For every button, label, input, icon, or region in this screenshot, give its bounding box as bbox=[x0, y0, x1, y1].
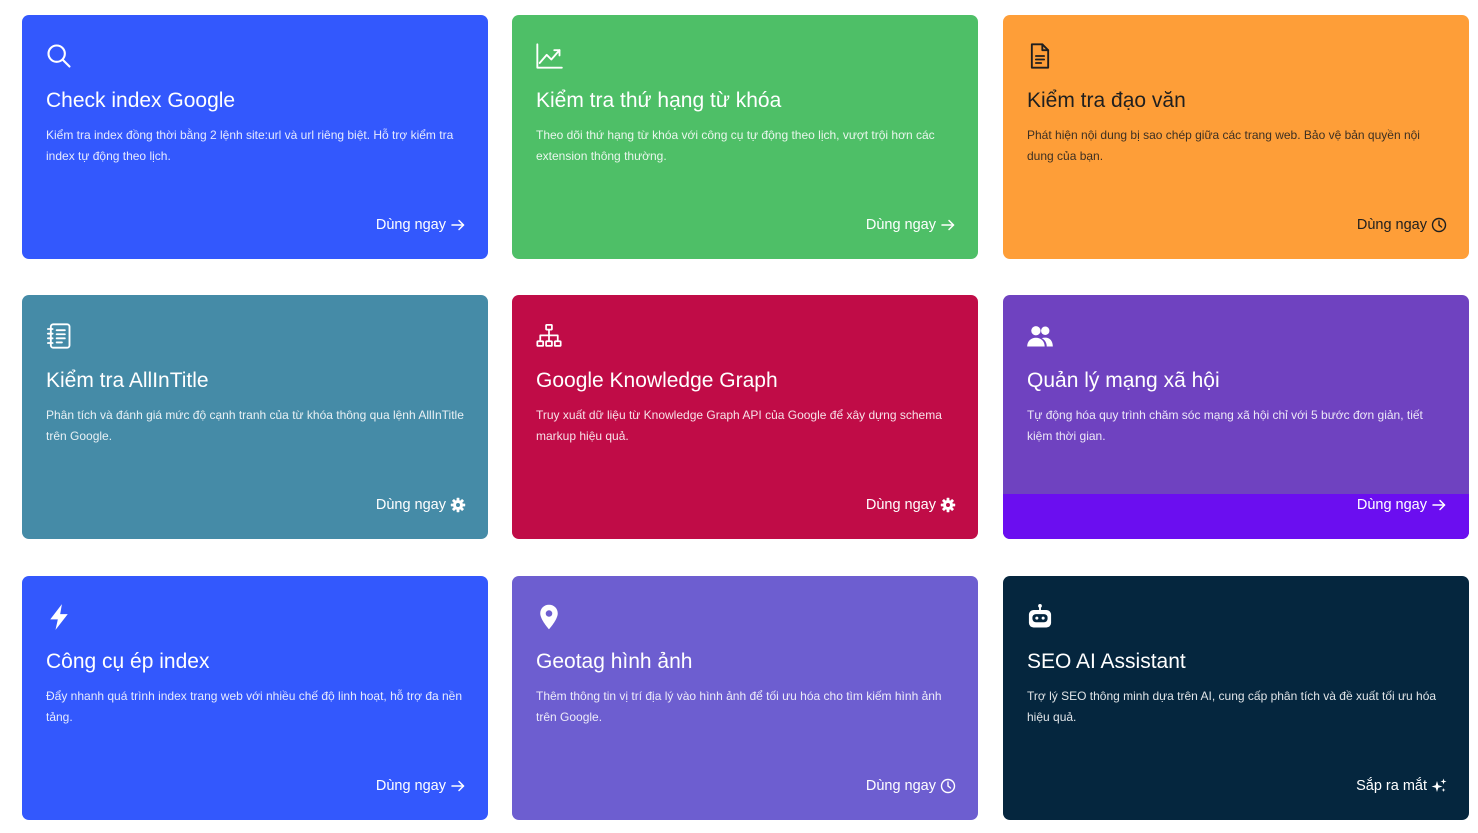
tool-card-social-media[interactable]: Quản lý mạng xã hội Tự động hóa quy trìn… bbox=[1003, 295, 1469, 539]
tool-description: Kiểm tra index đồng thời bằng 2 lệnh sit… bbox=[46, 128, 454, 163]
tool-description: Truy xuất dữ liệu từ Knowledge Graph API… bbox=[536, 408, 942, 443]
cta-label: Dùng ngay bbox=[865, 217, 936, 233]
tool-card-plagiarism[interactable]: Kiểm tra đạo văn Phát hiện nội dung bị s… bbox=[1003, 15, 1469, 259]
tool-title: Quản lý mạng xã hội bbox=[1027, 369, 1220, 392]
cta-label: Dùng ngay bbox=[375, 217, 446, 233]
cta-label: Sắp ra mắt bbox=[1356, 778, 1427, 794]
use-now-link[interactable]: Dùng ngay bbox=[866, 495, 956, 515]
arrow-right-icon bbox=[940, 217, 956, 233]
use-now-link[interactable]: Dùng ngay bbox=[866, 215, 956, 235]
arrow-right-icon bbox=[1431, 497, 1447, 513]
tool-title: Kiểm tra đạo văn bbox=[1027, 89, 1186, 112]
use-now-link[interactable]: Dùng ngay bbox=[376, 215, 466, 235]
gear-icon bbox=[450, 497, 466, 513]
search-icon bbox=[45, 42, 73, 70]
use-now-link[interactable]: Dùng ngay bbox=[1357, 215, 1447, 235]
use-now-link[interactable]: Dùng ngay bbox=[866, 776, 956, 796]
tool-title: Google Knowledge Graph bbox=[536, 369, 778, 392]
lightning-icon bbox=[45, 603, 73, 631]
use-now-link[interactable]: Dùng ngay bbox=[1357, 495, 1447, 515]
cta-label: Dùng ngay bbox=[865, 778, 936, 794]
tool-title: Geotag hình ảnh bbox=[536, 650, 693, 673]
cta-label: Dùng ngay bbox=[1356, 217, 1427, 233]
tool-title: SEO AI Assistant bbox=[1027, 650, 1186, 673]
tool-title: Check index Google bbox=[46, 89, 236, 112]
tool-card-allintitle[interactable]: Kiểm tra AllInTitle Phân tích và đánh gi… bbox=[22, 295, 488, 539]
use-now-link[interactable]: Dùng ngay bbox=[376, 495, 466, 515]
people-icon bbox=[1026, 322, 1054, 350]
tool-card-geotag[interactable]: Geotag hình ảnh Thêm thông tin vị trí đị… bbox=[512, 576, 978, 820]
sitemap-icon bbox=[535, 322, 563, 350]
gear-icon bbox=[940, 497, 956, 513]
arrow-right-icon bbox=[450, 217, 466, 233]
tool-description: Tự động hóa quy trình chăm sóc mạng xã h… bbox=[1027, 408, 1423, 443]
trending-up-icon bbox=[535, 42, 563, 70]
tool-card-seo-ai-assistant[interactable]: SEO AI Assistant Trợ lý SEO thông minh d… bbox=[1003, 576, 1469, 820]
notebook-icon bbox=[45, 322, 73, 350]
map-pin-icon bbox=[535, 603, 563, 631]
tool-description: Thêm thông tin vị trí địa lý vào hình ản… bbox=[536, 689, 942, 724]
tool-card-knowledge-graph[interactable]: Google Knowledge Graph Truy xuất dữ liệu… bbox=[512, 295, 978, 539]
clock-icon bbox=[940, 778, 956, 794]
tool-description: Đẩy nhanh quá trình index trang web với … bbox=[46, 689, 463, 724]
arrow-right-icon bbox=[450, 778, 466, 794]
document-icon bbox=[1026, 42, 1054, 70]
cta-label: Dùng ngay bbox=[375, 778, 446, 794]
sparkles-icon bbox=[1431, 778, 1447, 794]
use-now-link[interactable]: Dùng ngay bbox=[376, 776, 466, 796]
tool-description: Theo dõi thứ hạng từ khóa với công cụ tự… bbox=[536, 128, 935, 163]
cta-label: Dùng ngay bbox=[865, 497, 936, 513]
tool-card-check-index[interactable]: Check index Google Kiểm tra index đồng t… bbox=[22, 15, 488, 259]
tool-description: Trợ lý SEO thông minh dựa trên AI, cung … bbox=[1027, 689, 1437, 724]
tool-title: Kiểm tra AllInTitle bbox=[46, 369, 209, 392]
cta-label: Dùng ngay bbox=[375, 497, 446, 513]
robot-icon bbox=[1026, 603, 1054, 631]
tool-description: Phát hiện nội dung bị sao chép giữa các … bbox=[1027, 128, 1420, 163]
coming-soon-label: Sắp ra mắt bbox=[1356, 776, 1447, 796]
tool-title: Công cụ ép index bbox=[46, 650, 210, 673]
clock-icon bbox=[1431, 217, 1447, 233]
tool-card-force-index[interactable]: Công cụ ép index Đẩy nhanh quá trình ind… bbox=[22, 576, 488, 820]
cta-label: Dùng ngay bbox=[1356, 497, 1427, 513]
tools-grid: Check index Google Kiểm tra index đồng t… bbox=[0, 0, 1478, 833]
tool-card-keyword-rank[interactable]: Kiểm tra thứ hạng từ khóa Theo dõi thứ h… bbox=[512, 15, 978, 259]
tool-title: Kiểm tra thứ hạng từ khóa bbox=[536, 89, 782, 112]
tool-description: Phân tích và đánh giá mức độ cạnh tranh … bbox=[46, 408, 464, 443]
